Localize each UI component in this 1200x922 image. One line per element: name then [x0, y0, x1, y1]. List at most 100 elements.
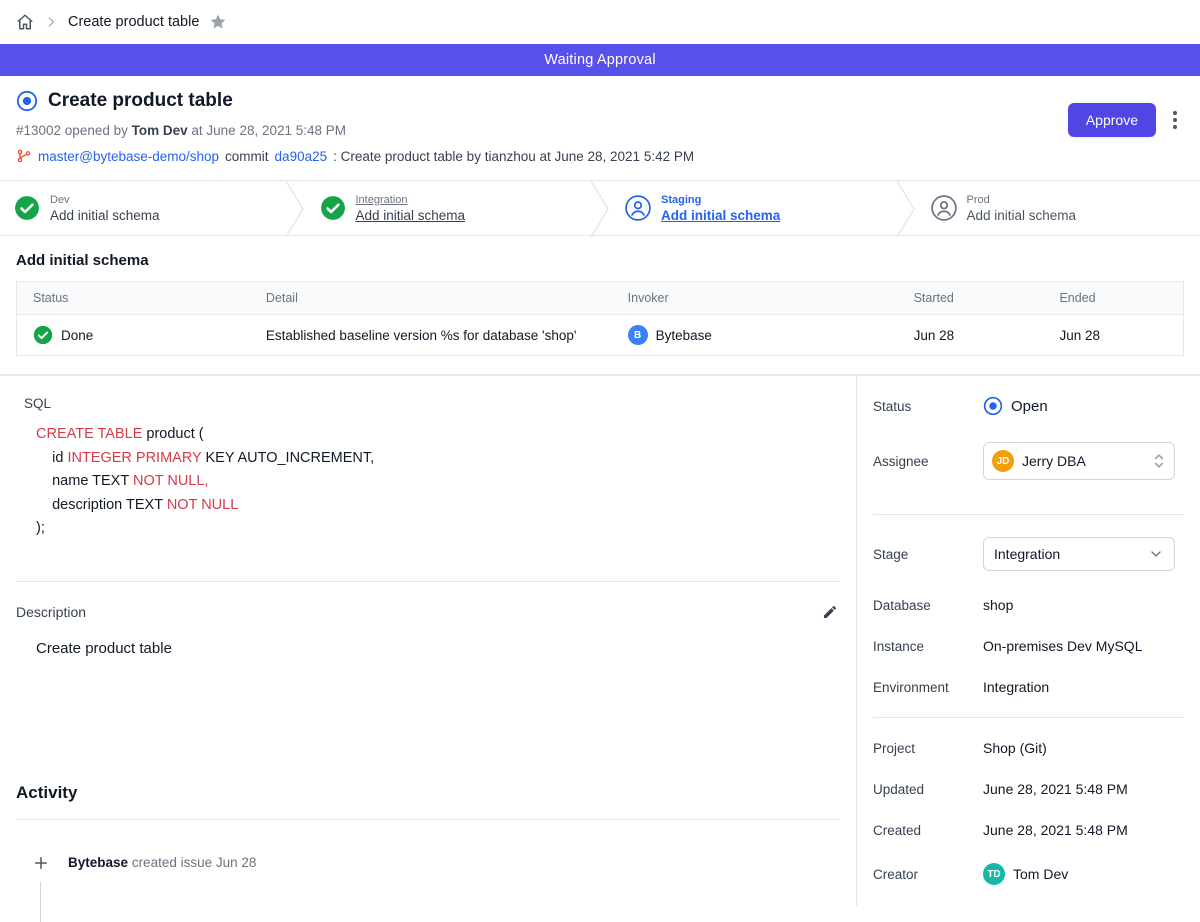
pipeline-stage-bar: Dev Add initial schema Integration Add i…: [0, 180, 1200, 236]
stage-separator: [284, 181, 306, 235]
activity-entry: Bytebase created issue Jun 28: [28, 850, 840, 876]
assignee-avatar: JD: [992, 450, 1014, 472]
assignee-select[interactable]: JD Jerry DBA: [983, 442, 1175, 480]
status-label: Status: [873, 399, 983, 414]
sql-statement: CREATE TABLE product ( id INTEGER PRIMAR…: [36, 423, 840, 541]
column-header-detail: Detail: [250, 282, 612, 315]
task-invoker: Bytebase: [656, 328, 712, 343]
invoker-avatar: B: [628, 325, 648, 345]
status-value: Open: [1011, 398, 1048, 415]
assignee-value: Jerry DBA: [1022, 453, 1086, 469]
approval-banner-text: Waiting Approval: [544, 52, 655, 68]
person-circle-icon: [931, 195, 957, 221]
commit-message: : Create product table by tianzhou at Ju…: [333, 149, 694, 164]
up-down-chevron-icon: [1152, 451, 1166, 471]
home-icon[interactable]: [16, 13, 34, 31]
task-ended: Jun 28: [1043, 315, 1183, 356]
activity-title: Activity: [16, 783, 840, 803]
created-label: Created: [873, 823, 983, 838]
activity-action: created issue Jun 28: [132, 855, 257, 870]
task-table: Status Detail Invoker Started Ended Done: [16, 281, 1184, 356]
git-branch-icon: [16, 148, 32, 164]
instance-value: On-premises Dev MySQL: [983, 638, 1142, 654]
issue-header: Create product table #13002 opened by To…: [0, 76, 1200, 180]
stage-task-label: Add initial schema: [356, 208, 466, 223]
stage-task-label: Add initial schema: [661, 208, 780, 223]
divider: [16, 819, 840, 820]
repo-branch-link[interactable]: master@bytebase-demo/shop: [38, 149, 219, 164]
column-header-ended: Ended: [1043, 282, 1183, 315]
commit-row: master@bytebase-demo/shop commit da90a25…: [16, 148, 1184, 164]
creator-avatar: TD: [983, 863, 1005, 885]
issue-main-panel: SQL CREATE TABLE product ( id INTEGER PR…: [0, 376, 856, 906]
plus-icon[interactable]: [28, 850, 54, 876]
created-value: June 28, 2021 5:48 PM: [983, 822, 1128, 838]
issue-title: Create product table: [48, 90, 233, 112]
stage-env-label: Staging: [661, 194, 780, 206]
commit-word: commit: [225, 149, 269, 164]
environment-label: Environment: [873, 680, 983, 695]
task-section-title: Add initial schema: [16, 252, 1184, 269]
pipeline-stage-prod[interactable]: Prod Add initial schema: [917, 181, 1200, 235]
status-open-icon: [983, 396, 1003, 416]
stage-env-label: Dev: [50, 194, 160, 206]
task-started: Jun 28: [898, 315, 1044, 356]
stage-value: Integration: [994, 546, 1060, 562]
task-row[interactable]: Done Established baseline version %s for…: [17, 315, 1184, 356]
stage-task-label: Add initial schema: [967, 208, 1077, 223]
assignee-label: Assignee: [873, 454, 983, 469]
divider: [16, 581, 840, 582]
stage-env-label: Prod: [967, 194, 1077, 206]
stage-env-label: Integration: [356, 194, 466, 206]
description-body: Create product table: [36, 640, 840, 657]
column-header-invoker: Invoker: [612, 282, 898, 315]
instance-label: Instance: [873, 639, 983, 654]
breadcrumb: Create product table: [0, 0, 1200, 44]
approve-button[interactable]: Approve: [1068, 103, 1156, 137]
divider: [873, 514, 1184, 515]
check-circle-icon: [14, 195, 40, 221]
person-circle-icon: [625, 195, 651, 221]
check-circle-icon: [33, 325, 53, 345]
database-value: shop: [983, 597, 1013, 613]
environment-value: Integration: [983, 679, 1049, 695]
project-label: Project: [873, 741, 983, 756]
activity-actor: Bytebase: [68, 855, 128, 870]
commit-hash-link[interactable]: da90a25: [275, 149, 328, 164]
pipeline-stage-integration[interactable]: Integration Add initial schema: [306, 181, 590, 235]
breadcrumb-current: Create product table: [68, 14, 199, 30]
updated-value: June 28, 2021 5:48 PM: [983, 781, 1128, 797]
issue-open-icon: [16, 90, 38, 112]
sql-label: SQL: [24, 396, 840, 411]
pipeline-stage-dev[interactable]: Dev Add initial schema: [0, 181, 284, 235]
issue-author: Tom Dev: [132, 123, 188, 138]
description-label: Description: [16, 604, 86, 620]
chevron-right-icon: [44, 15, 58, 29]
kebab-menu-icon[interactable]: [1170, 108, 1180, 132]
issue-sidebar: Status Open Assignee JD Jerry DBA: [856, 376, 1200, 906]
star-icon[interactable]: [209, 13, 227, 31]
bytebase-issue-page: Create product table Waiting Approval Cr…: [0, 0, 1200, 900]
stage-separator: [589, 181, 611, 235]
stage-separator: [895, 181, 917, 235]
stage-task-label: Add initial schema: [50, 208, 160, 223]
task-detail: Established baseline version %s for data…: [250, 315, 612, 356]
column-header-status: Status: [17, 282, 250, 315]
timeline-line: [40, 882, 41, 922]
creator-label: Creator: [873, 867, 983, 882]
project-value: Shop (Git): [983, 740, 1047, 756]
check-circle-icon: [320, 195, 346, 221]
task-section: Add initial schema Status Detail Invoker…: [0, 236, 1200, 374]
issue-meta-suffix: at June 28, 2021 5:48 PM: [191, 123, 346, 138]
stage-label: Stage: [873, 547, 983, 562]
edit-pencil-icon[interactable]: [820, 602, 840, 622]
creator-value: Tom Dev: [1013, 866, 1068, 882]
stage-select[interactable]: Integration: [983, 537, 1175, 571]
approval-banner: Waiting Approval: [0, 44, 1200, 76]
column-header-started: Started: [898, 282, 1044, 315]
pipeline-stage-staging[interactable]: Staging Add initial schema: [611, 181, 895, 235]
issue-meta: #13002 opened by Tom Dev at June 28, 202…: [16, 123, 1184, 138]
task-status: Done: [61, 328, 93, 343]
database-label: Database: [873, 598, 983, 613]
updated-label: Updated: [873, 782, 983, 797]
